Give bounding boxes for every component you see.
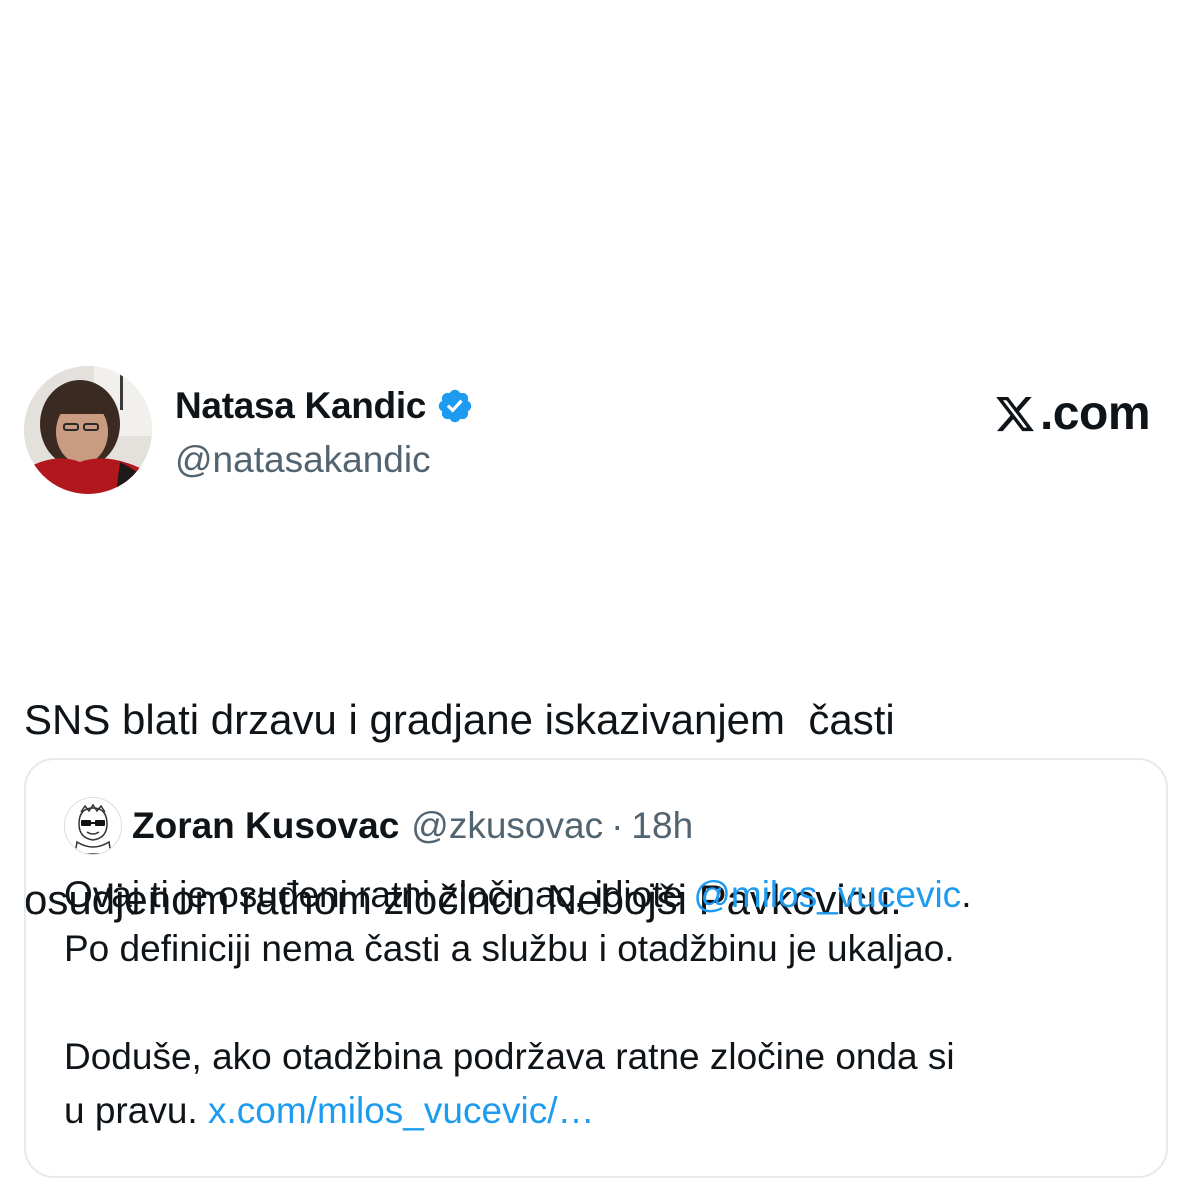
quoted-tweet-time[interactable]: 18h bbox=[631, 805, 693, 847]
url-link[interactable]: x.com/milos_vucevic/… bbox=[208, 1090, 595, 1131]
site-domain-text: .com bbox=[1039, 387, 1151, 440]
author-handle[interactable]: @natasakandic bbox=[175, 438, 431, 482]
tweet-line: SNS blati drzavu i gradjane iskazivanjem… bbox=[24, 696, 895, 743]
quote-line: Po definiciji nema časti a službu i otad… bbox=[64, 928, 955, 969]
quoted-tweet-text: Ovaj ti je osuđeni ratni zločinac, idiot… bbox=[64, 868, 1144, 1138]
quoted-tweet-header: Zoran Kusovac @zkusovac · 18h bbox=[64, 796, 693, 856]
quote-line: u pravu. x.com/milos_vucevic/… bbox=[64, 1084, 1144, 1138]
quote-line-end: . bbox=[961, 874, 972, 915]
quoted-author-handle[interactable]: @zkusovac bbox=[411, 805, 603, 847]
separator-dot: · bbox=[611, 805, 624, 846]
quote-line: Ovaj ti je osuđeni ratni zločinac, idiot… bbox=[64, 868, 1144, 922]
tweet-header: Natasa Kandic @natasakandic .com bbox=[24, 366, 1174, 496]
x-com-logo: .com bbox=[994, 386, 1151, 442]
quote-line-text: u pravu. bbox=[64, 1090, 208, 1131]
author-avatar[interactable] bbox=[24, 366, 152, 494]
profile-photo-icon bbox=[24, 366, 152, 494]
quoted-author-name[interactable]: Zoran Kusovac bbox=[132, 805, 399, 847]
quoted-author-avatar[interactable] bbox=[64, 797, 122, 855]
verified-badge-icon bbox=[438, 389, 472, 423]
author-name-text: Natasa Kandic bbox=[175, 385, 427, 426]
author-name[interactable]: Natasa Kandic bbox=[175, 384, 474, 428]
quoted-tweet[interactable]: Zoran Kusovac @zkusovac · 18h Ovaj ti je… bbox=[24, 758, 1168, 1178]
mention-link[interactable]: @milos_vucevic bbox=[693, 874, 961, 915]
cartoon-avatar-icon bbox=[65, 798, 121, 854]
quote-line-text: Ovaj ti je osuđeni ratni zločinac, idiot… bbox=[64, 874, 694, 915]
quote-line: Doduše, ako otadžbina podržava ratne zlo… bbox=[64, 1036, 955, 1077]
x-logo-icon bbox=[996, 396, 1034, 432]
